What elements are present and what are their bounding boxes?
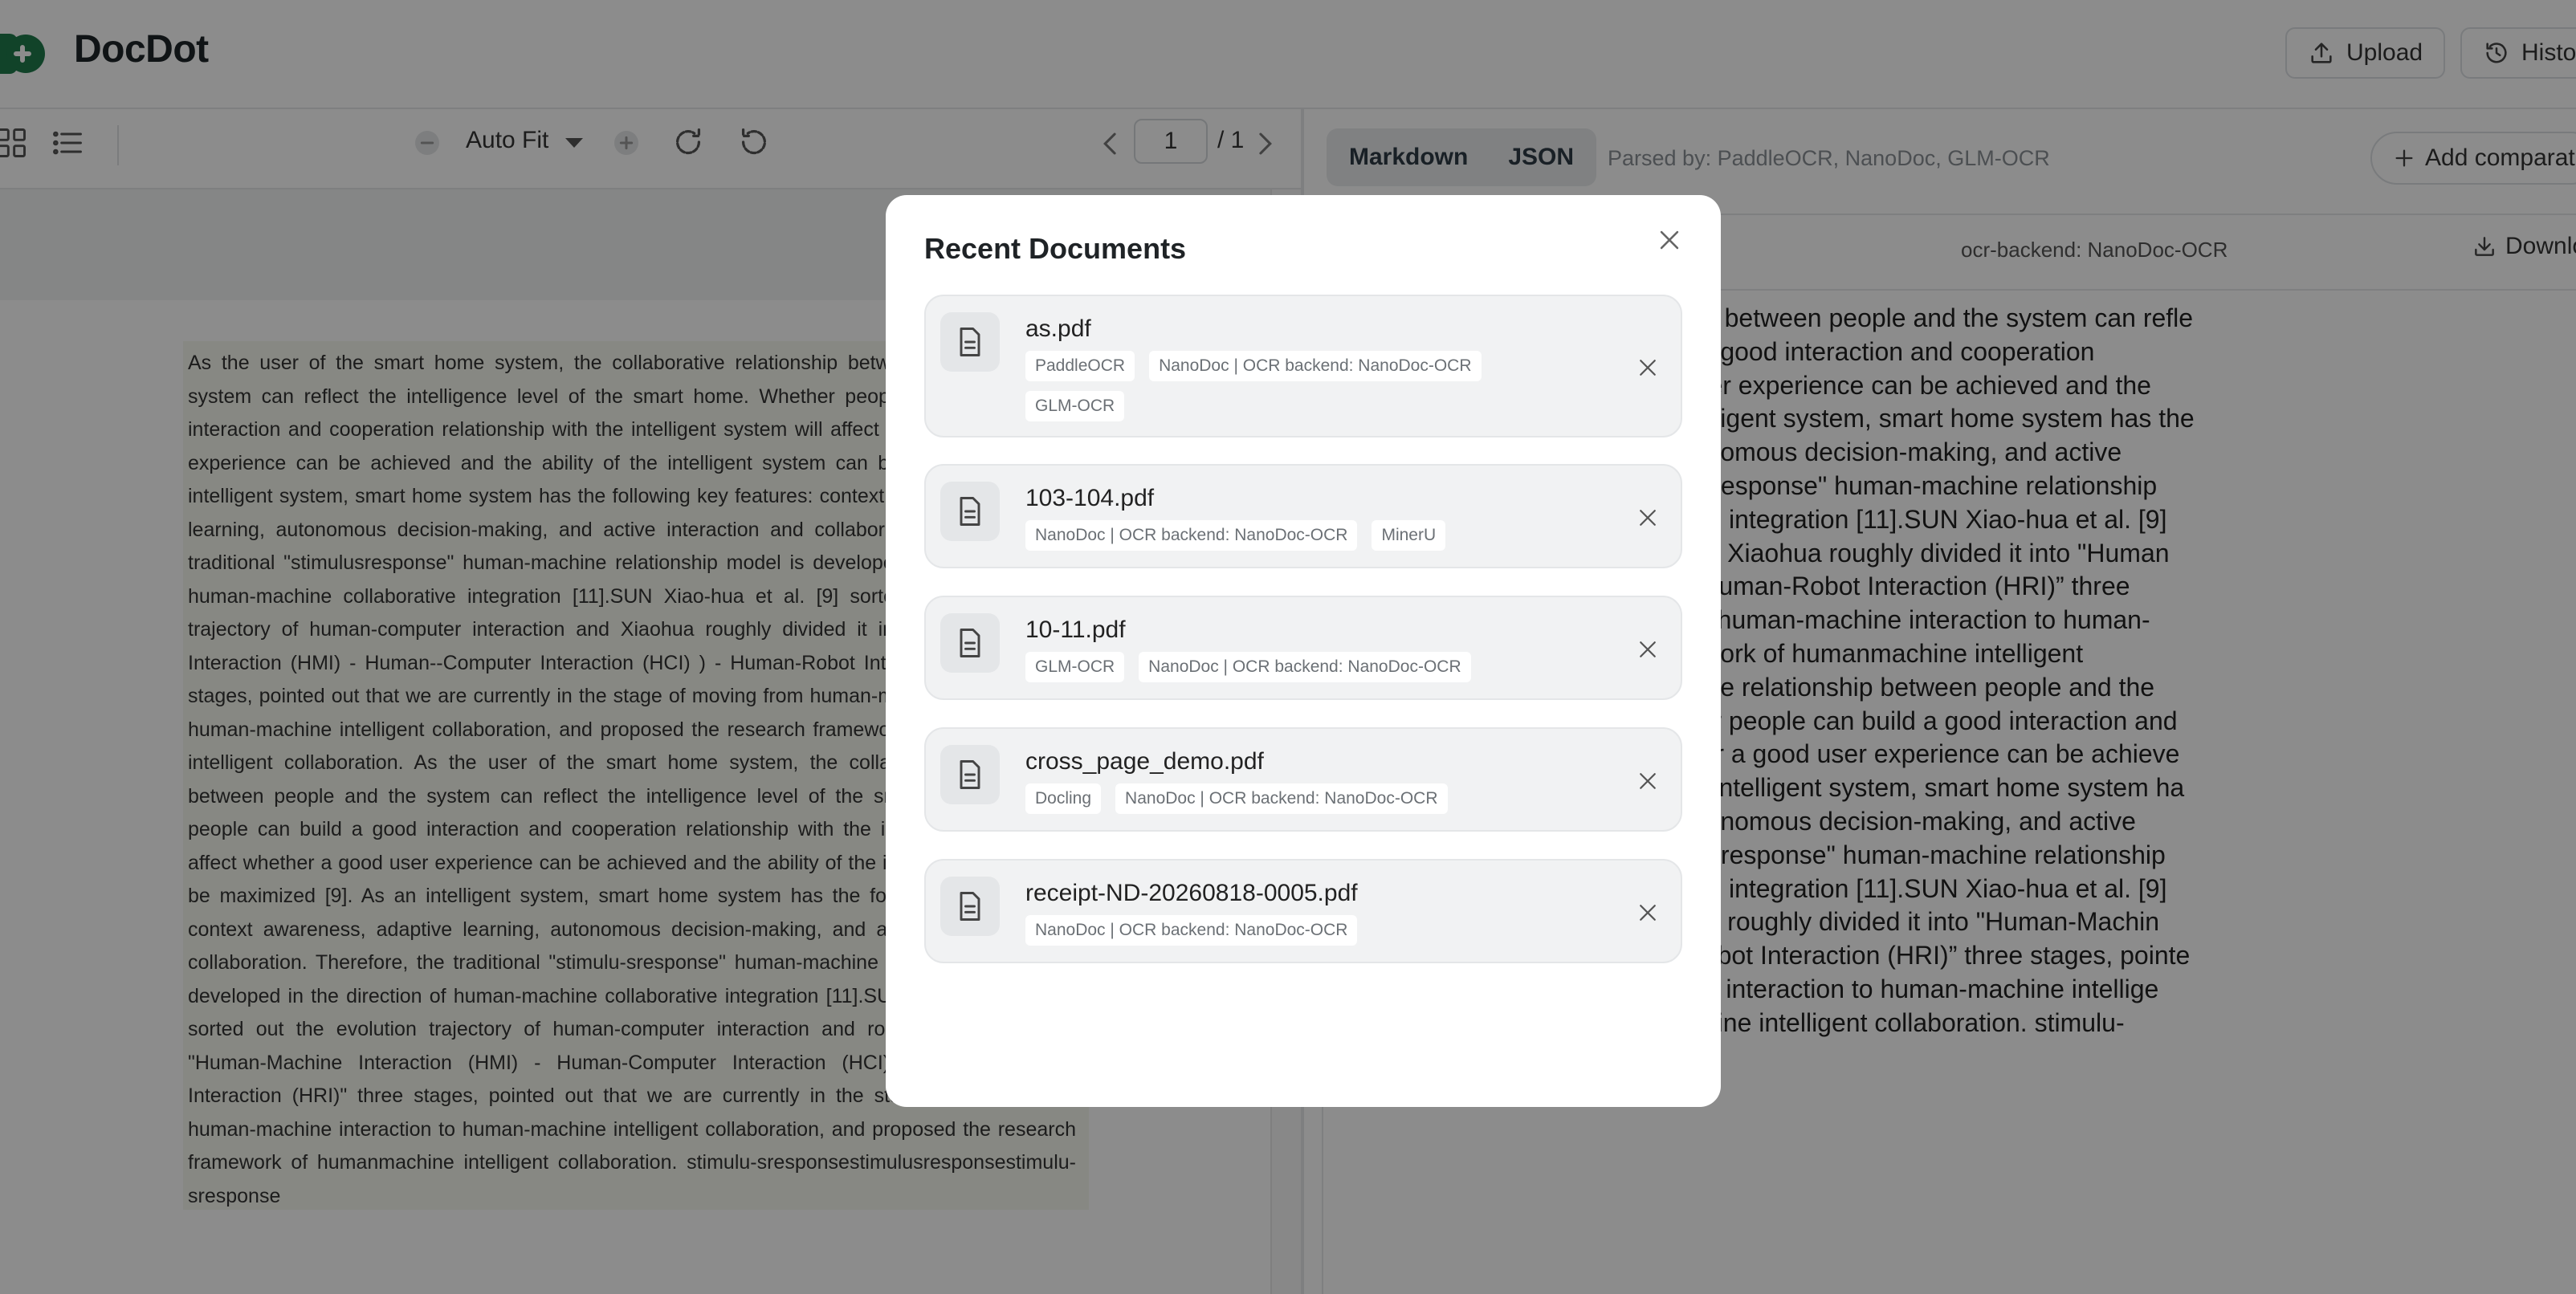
close-icon	[1660, 230, 1679, 250]
parser-tags: GLM-OCR NanoDoc | OCR backend: NanoDoc-OC…	[1025, 652, 1523, 682]
parser-tag: PaddleOCR	[1025, 351, 1135, 381]
parser-tag: GLM-OCR	[1025, 391, 1125, 421]
file-icon	[940, 312, 1000, 372]
parser-tag: NanoDoc | OCR backend: NanoDoc-OCR	[1139, 652, 1471, 682]
remove-document-button[interactable]	[1629, 349, 1666, 386]
parser-tag: NanoDoc | OCR backend: NanoDoc-OCR	[1025, 915, 1358, 946]
recent-document-item[interactable]: 10-11.pdf GLM-OCR NanoDoc | OCR backend: N…	[924, 596, 1682, 700]
recent-documents-dialog: Recent Documents as.pdf PaddleOCR NanoDoc …	[886, 195, 1721, 1107]
file-icon	[940, 877, 1000, 936]
parser-tags: NanoDoc | OCR backend: NanoDoc-OCR	[1025, 915, 1523, 946]
file-icon	[940, 745, 1000, 804]
remove-document-button[interactable]	[1629, 631, 1666, 668]
parser-tag: NanoDoc | OCR backend: NanoDoc-OCR	[1149, 351, 1482, 381]
recent-document-item[interactable]: receipt-ND-20260818-0005.pdf NanoDoc | OC…	[924, 859, 1682, 963]
file-name: as.pdf	[1025, 315, 1091, 342]
close-icon	[1640, 905, 1656, 921]
parser-tags: PaddleOCR NanoDoc | OCR backend: NanoDoc-…	[1025, 351, 1523, 421]
file-name: cross_page_demo.pdf	[1025, 748, 1264, 775]
parser-tag: Docling	[1025, 783, 1102, 814]
recent-document-item[interactable]: 103-104.pdf NanoDoc | OCR backend: NanoDo…	[924, 464, 1682, 568]
file-icon	[940, 482, 1000, 541]
parser-tags: Docling NanoDoc | OCR backend: NanoDoc-OC…	[1025, 783, 1523, 814]
file-name: 10-11.pdf	[1025, 616, 1126, 643]
file-name: receipt-ND-20260818-0005.pdf	[1025, 880, 1358, 906]
recent-document-item[interactable]: as.pdf PaddleOCR NanoDoc | OCR backend: Na…	[924, 295, 1682, 437]
remove-document-button[interactable]	[1629, 894, 1666, 931]
parser-tag: NanoDoc | OCR backend: NanoDoc-OCR	[1025, 520, 1358, 551]
file-name: 103-104.pdf	[1025, 485, 1155, 511]
parser-tag: MinerU	[1372, 520, 1446, 551]
parser-tags: NanoDoc | OCR backend: NanoDoc-OCR MinerU	[1025, 520, 1523, 551]
close-icon	[1640, 360, 1656, 376]
dialog-title: Recent Documents	[924, 232, 1187, 265]
file-icon	[940, 613, 1000, 673]
close-icon	[1640, 773, 1656, 789]
close-icon	[1640, 510, 1656, 526]
parser-tag: GLM-OCR	[1025, 652, 1125, 682]
close-icon	[1640, 641, 1656, 657]
close-dialog-button[interactable]	[1652, 222, 1687, 258]
remove-document-button[interactable]	[1629, 499, 1666, 536]
remove-document-button[interactable]	[1629, 763, 1666, 800]
recent-document-item[interactable]: cross_page_demo.pdf Docling NanoDoc | OCR …	[924, 727, 1682, 832]
parser-tag: NanoDoc | OCR backend: NanoDoc-OCR	[1115, 783, 1448, 814]
